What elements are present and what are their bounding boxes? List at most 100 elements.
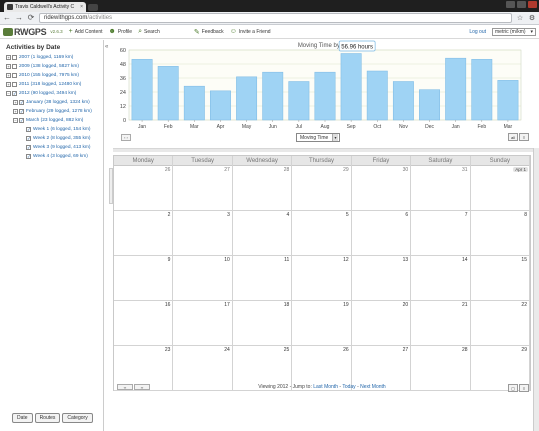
star-icon[interactable]: ☆	[516, 14, 524, 22]
tree-checkbox[interactable]: ✓	[26, 154, 31, 159]
calendar-day-cell[interactable]: 12	[292, 256, 352, 301]
bar	[157, 66, 179, 121]
calendar-day-cell[interactable]: 14	[411, 256, 471, 301]
day-number: 22	[521, 302, 527, 308]
reload-icon[interactable]: ⟳	[27, 13, 35, 23]
tree-checkbox[interactable]: ✓	[26, 145, 31, 150]
metric-select[interactable]: Moving Time ▾	[296, 133, 340, 142]
expand-toggle-icon[interactable]: −	[6, 91, 11, 96]
tree-item[interactable]: − ✓ 2012 (90 logged, 3494 km)	[6, 89, 103, 98]
calendar-day-cell[interactable]: 16	[114, 301, 174, 346]
address-bar[interactable]: ridewithgps.com/activities	[39, 13, 512, 23]
profile-button[interactable]: ☻ Profile	[109, 28, 133, 35]
calendar-day-cell[interactable]: 20	[351, 301, 412, 346]
tree-checkbox[interactable]	[12, 64, 17, 69]
minimize-icon[interactable]	[506, 1, 515, 8]
calendar-day-cell[interactable]: 28	[232, 166, 293, 211]
expand-toggle-icon[interactable]: +	[6, 82, 11, 87]
tree-checkbox[interactable]: ✓	[12, 91, 17, 96]
calendar-day-cell[interactable]: Apr 1	[470, 166, 530, 211]
tree-item[interactable]: +2007 (1 logged, 1169 km)	[6, 53, 103, 62]
next-month-link[interactable]: Next Month	[360, 384, 386, 390]
calendar-day-cell[interactable]: 29	[292, 166, 352, 211]
calendar-day-cell[interactable]: 5	[292, 211, 352, 256]
tree-checkbox[interactable]	[12, 73, 17, 78]
tree-checkbox[interactable]	[12, 82, 17, 87]
maximize-icon[interactable]	[517, 1, 526, 8]
tree-checkbox[interactable]: ✓	[19, 109, 24, 114]
tree-item[interactable]: ✓ Week 4 (3 logged, 69 km)	[6, 152, 103, 161]
tree-checkbox[interactable]	[12, 55, 17, 60]
tree-checkbox[interactable]: ✓	[26, 136, 31, 141]
calendar-day-cell[interactable]: 3	[173, 211, 233, 256]
list-view-button[interactable]: ≡	[519, 384, 529, 392]
calendar-day-cell[interactable]: 7	[411, 211, 471, 256]
tree-item[interactable]: + ✓ February (29 logged, 1278 km)	[6, 107, 103, 116]
calendar-day-cell[interactable]: 30	[351, 166, 412, 211]
tree-item[interactable]: +2009 (138 logged, 5827 km)	[6, 62, 103, 71]
calendar-day-cell[interactable]: 8	[470, 211, 530, 256]
calendar-view-button[interactable]: ▢	[508, 384, 518, 392]
back-icon[interactable]: ←	[3, 13, 11, 23]
tree-item[interactable]: − ✓ March (23 logged, 882 km)	[6, 116, 103, 125]
last-month-link[interactable]: Last Month	[313, 384, 338, 390]
wrench-icon[interactable]: ⚙	[528, 14, 536, 22]
tree-item[interactable]: ✓ Week 1 (6 logged, 154 km)	[6, 125, 103, 134]
calendar-day-cell[interactable]: 27	[173, 166, 233, 211]
calendar-day-cell[interactable]: 10	[173, 256, 233, 301]
chart-controls: ‹ › Moving Time ▾ all ≡	[113, 132, 531, 144]
new-tab-button[interactable]	[88, 4, 98, 11]
feedback-button[interactable]: ✎ Feedback	[194, 28, 224, 36]
view-all-button[interactable]: all	[508, 133, 518, 141]
tree-checkbox[interactable]: ✓	[19, 100, 24, 105]
tree-item[interactable]: ✓ Week 3 (9 logged, 413 km)	[6, 143, 103, 152]
logout-link[interactable]: Log out	[469, 29, 486, 35]
expand-toggle-icon[interactable]: +	[6, 73, 11, 78]
search-button[interactable]: ⌕ Search	[138, 28, 160, 36]
expand-toggle-icon[interactable]: −	[13, 118, 18, 123]
expand-toggle-icon[interactable]: +	[6, 64, 11, 69]
calendar-day-cell[interactable]: 15	[470, 256, 530, 301]
tree-checkbox[interactable]: ✓	[19, 118, 24, 123]
page-scrollbar[interactable]	[533, 148, 539, 431]
calendar-day-cell[interactable]: 22	[470, 301, 530, 346]
calendar-day-cell[interactable]: 13	[351, 256, 412, 301]
calendar-day-cell[interactable]: 31	[411, 166, 471, 211]
category-filter-button[interactable]: Category	[62, 413, 93, 423]
chart-pager-button[interactable]: ‹ ›	[121, 134, 131, 141]
calendar-scroll-handle[interactable]	[109, 168, 113, 204]
tree-item[interactable]: ✓ Week 2 (8 logged, 355 km)	[6, 134, 103, 143]
logo[interactable]: RWGPS v2.6.3	[3, 27, 63, 37]
expand-toggle-icon[interactable]: +	[6, 55, 11, 60]
routes-filter-button[interactable]: Routes	[34, 413, 61, 423]
units-select[interactable]: metric (m/km) ▾	[492, 27, 536, 36]
calendar-day-cell[interactable]: 21	[411, 301, 471, 346]
calendar-day-cell[interactable]: 18	[232, 301, 293, 346]
calendar-day-cell[interactable]: 26	[114, 166, 174, 211]
expand-toggle-icon[interactable]: +	[13, 100, 18, 105]
tree-item[interactable]: +2010 (155 logged, 7975 km)	[6, 71, 103, 80]
expand-toggle-icon[interactable]: +	[13, 109, 18, 114]
tree-item[interactable]: +2011 (318 logged, 12480 km)	[6, 80, 103, 89]
tree-checkbox[interactable]: ✓	[26, 127, 31, 132]
invite-friend-button[interactable]: ☺ Invite a Friend	[230, 28, 271, 35]
today-link[interactable]: Today	[342, 384, 355, 390]
add-content-button[interactable]: + Add Content	[69, 28, 103, 35]
url-path: /activities	[87, 15, 113, 21]
calendar-day-cell[interactable]: 17	[173, 301, 233, 346]
calendar-day-cell[interactable]: 11	[232, 256, 293, 301]
forward-icon[interactable]: →	[15, 13, 23, 23]
day-number: 7	[464, 212, 468, 218]
date-filter-button[interactable]: Date	[12, 413, 33, 423]
calendar-day-cell[interactable]: 6	[351, 211, 412, 256]
calendar-day-cell[interactable]: 9	[114, 256, 174, 301]
collapse-sidebar-icon[interactable]: «	[105, 44, 108, 50]
close-window-icon[interactable]	[528, 1, 537, 8]
view-list-button[interactable]: ≡	[519, 133, 529, 141]
tab-close-icon[interactable]: ×	[80, 4, 83, 10]
calendar-day-cell[interactable]: 4	[232, 211, 293, 256]
tree-item[interactable]: + ✓ January (38 logged, 1324 km)	[6, 98, 103, 107]
browser-tab[interactable]: Travis Caldwell's Activity C ×	[4, 2, 86, 12]
calendar-day-cell[interactable]: 19	[292, 301, 352, 346]
calendar-day-cell[interactable]: 2	[114, 211, 174, 256]
